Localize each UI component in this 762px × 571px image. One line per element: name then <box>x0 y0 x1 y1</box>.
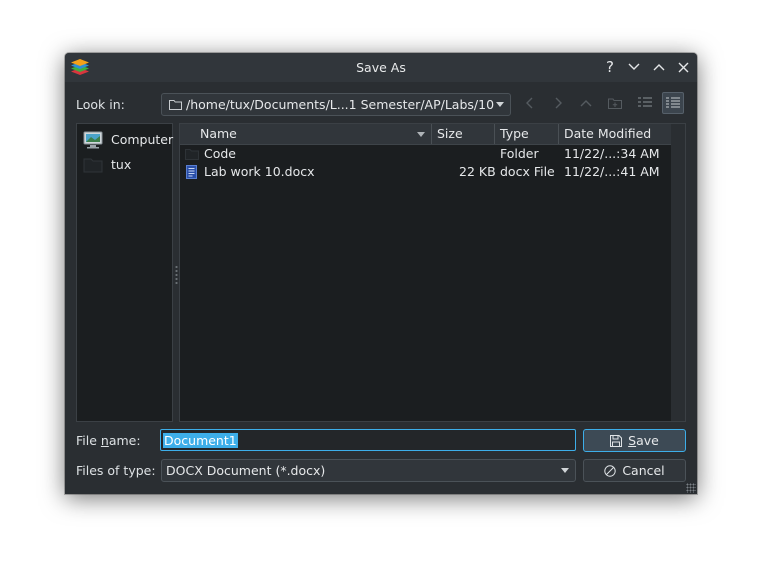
column-header: Name Size Type Date Modified <box>180 124 672 145</box>
arrow-up-icon <box>580 100 592 107</box>
column-header-size[interactable]: Size <box>432 124 495 144</box>
places-sidebar: Computer tux <box>76 123 173 422</box>
column-label: Name <box>200 126 237 141</box>
column-header-type[interactable]: Type <box>495 124 559 144</box>
splitter-handle[interactable] <box>175 265 178 285</box>
cancel-button[interactable]: Cancel <box>583 459 686 482</box>
file-list-view: Name Size Type Date Modified Code Folder… <box>179 123 686 422</box>
close-icon <box>678 62 688 72</box>
file-row[interactable]: Lab work 10.docx 22 KB docx File 11/22/.… <box>180 163 672 181</box>
label-text: File <box>76 433 101 448</box>
detail-view-icon <box>666 97 680 108</box>
parent-dir-button[interactable] <box>575 92 597 114</box>
chevron-down-icon <box>496 102 504 107</box>
file-type-select[interactable]: DOCX Document (*.docx) <box>161 459 576 482</box>
look-in-path: /home/tux/Documents/L...1 Semester/AP/La… <box>186 97 495 112</box>
computer-icon <box>83 131 103 149</box>
new-folder-button[interactable] <box>604 92 626 114</box>
sort-indicator-icon <box>417 132 425 137</box>
file-date: 11/22/...:34 AM <box>564 146 660 161</box>
maximize-button[interactable] <box>649 57 669 77</box>
folder-icon <box>169 100 182 110</box>
list-view-button[interactable] <box>634 92 656 114</box>
help-button[interactable]: ? <box>600 57 620 77</box>
chevron-down-icon <box>628 63 640 70</box>
save-label-rest: ave <box>636 433 659 448</box>
column-header-name[interactable]: Name <box>180 124 432 144</box>
save-button[interactable]: Save <box>583 429 686 452</box>
help-icon: ? <box>606 58 614 76</box>
chevron-down-icon <box>561 468 569 473</box>
sidebar-item-computer[interactable]: Computer <box>81 129 174 151</box>
close-button[interactable] <box>673 57 693 77</box>
look-in-combo[interactable]: /home/tux/Documents/L...1 Semester/AP/La… <box>161 93 511 116</box>
detail-view-button[interactable] <box>662 92 684 114</box>
file-type-value: DOCX Document (*.docx) <box>166 463 326 478</box>
look-in-label: Look in: <box>76 97 125 112</box>
file-type-label: Files of type: <box>76 463 156 478</box>
file-name: Code <box>204 146 237 161</box>
label-text: ame: <box>108 433 141 448</box>
document-icon <box>186 165 197 179</box>
column-header-date[interactable]: Date Modified <box>559 124 672 144</box>
resize-grip[interactable] <box>686 483 696 493</box>
file-name-value: Document1 <box>163 433 238 448</box>
save-label: Save <box>628 433 659 448</box>
file-name: Lab work 10.docx <box>204 164 315 179</box>
column-label: Size <box>437 126 463 141</box>
label-mnemonic: n <box>100 433 109 448</box>
chevron-up-icon <box>653 64 665 71</box>
file-row[interactable]: Code Folder 11/22/...:34 AM <box>180 145 672 163</box>
new-folder-icon <box>608 98 622 109</box>
save-icon <box>610 434 623 447</box>
list-view-icon <box>638 97 652 107</box>
folder-icon <box>185 149 199 160</box>
vertical-scrollbar[interactable] <box>671 124 685 421</box>
column-label: Date Modified <box>564 126 652 141</box>
arrow-right-icon <box>555 97 562 109</box>
minimize-button[interactable] <box>624 57 644 77</box>
save-mnemonic: S <box>628 433 637 448</box>
column-label: Type <box>500 126 529 141</box>
file-type: Folder <box>500 146 539 161</box>
file-name-input[interactable]: Document1 <box>160 429 576 451</box>
cancel-label: Cancel <box>622 463 665 478</box>
back-button[interactable] <box>519 92 541 114</box>
sidebar-item-label: tux <box>111 157 132 172</box>
arrow-left-icon <box>526 97 533 109</box>
sidebar-item-tux[interactable]: tux <box>81 154 171 176</box>
file-size: 22 KB <box>459 164 496 179</box>
home-folder-icon <box>83 158 103 173</box>
cancel-icon <box>604 464 617 477</box>
file-name-label: File name: <box>76 433 141 448</box>
forward-button[interactable] <box>547 92 569 114</box>
save-as-dialog: Save As ? Look in: /home/tux/Documents/L… <box>65 53 697 494</box>
file-type: docx File <box>500 164 555 179</box>
sidebar-item-label: Computer <box>111 132 174 147</box>
titlebar: Save As ? <box>65 53 697 82</box>
file-date: 11/22/...:41 AM <box>564 164 660 179</box>
